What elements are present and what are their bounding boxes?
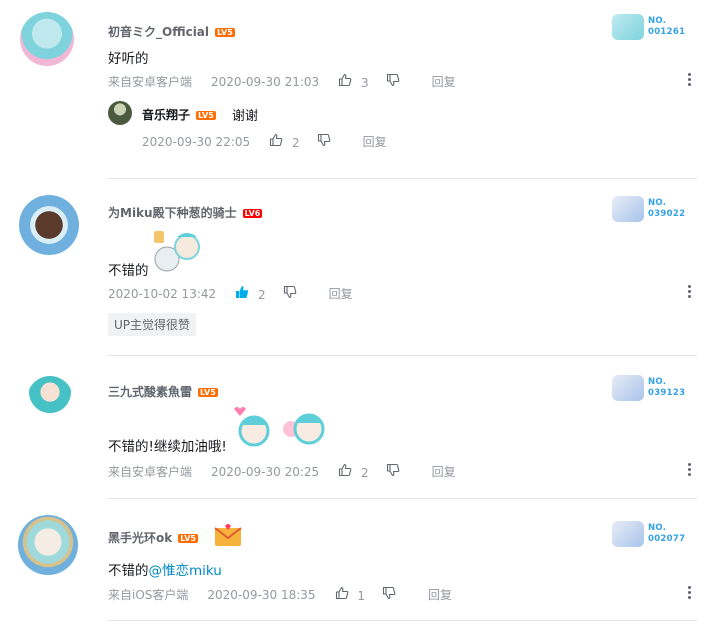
thumb-up-icon [269,133,283,147]
like-button[interactable]: 2 [338,463,369,480]
comment-time: 2020-09-30 18:35 [207,587,316,602]
reply-button[interactable]: 回复 [329,285,353,302]
user-avatar[interactable] [20,12,74,66]
reply-avatar[interactable] [108,101,132,125]
comment-text: 不错的@惟恋miku [108,559,222,579]
up-liked-tag: UP主觉得很赞 [108,313,197,336]
like-count: 1 [357,589,366,603]
more-options-icon[interactable] [684,586,694,602]
level-badge: LV5 [198,388,218,397]
more-options-icon[interactable] [684,73,694,89]
like-count: 2 [257,288,266,302]
reply-username[interactable]: 音乐翔子 LV5 [142,106,216,123]
level-badge: LV5 [196,111,216,120]
comment-text: 好听的 [108,51,149,67]
fan-badge: NO. 039123 [612,375,692,401]
comment-text-content: 不错的 [108,563,149,579]
comment-meta: 来自安卓客户端 2020-09-30 21:03 3 回复 [108,73,456,90]
fan-badge-character-icon [612,521,644,547]
user-mention-link[interactable]: @惟恋miku [149,563,222,579]
fan-badge-character-icon [612,14,644,40]
fan-badge-character-icon [612,196,644,222]
reply-text: 谢谢 [232,109,259,124]
more-options-icon[interactable] [684,285,694,301]
like-count: 3 [360,76,369,90]
thumb-up-icon [338,463,352,477]
like-button[interactable]: 3 [338,73,369,90]
like-button[interactable]: 1 [335,586,365,603]
level-badge: LV5 [178,534,198,543]
thumb-up-icon [235,285,249,299]
username-text[interactable]: 为Miku殿下种葱的骑士 [108,206,237,220]
username[interactable]: 初音ミク_Official LV5 [108,23,235,40]
emoji-sticker [281,407,333,451]
user-avatar[interactable] [19,195,79,255]
thumb-up-icon [335,586,349,600]
thumb-up-icon [338,73,352,87]
level-badge: LV5 [215,28,235,37]
fan-badge-number: NO. 039022 [648,198,686,219]
comment-meta: 来自安卓客户端 2020-09-30 20:25 2 回复 [108,463,456,480]
comment-text: 不错的 [108,259,149,279]
comment-time: 2020-09-30 21:03 [211,74,320,89]
reply-button[interactable]: 回复 [432,73,456,90]
envelope-sticker-icon [213,522,243,548]
comment-item: 初音ミク_Official LV5 好听的 来自安卓客户端 2020-09-30 … [0,0,709,178]
username[interactable]: 三九式酸素魚雷 LV5 [108,383,218,400]
fan-badge-number: NO. 001261 [648,16,686,37]
comment-item: 黑手光环ok LV5 不错的@惟恋miku 来自iOS客户端 2020-09-30… [0,499,709,621]
client-source: 来自安卓客户端 [108,75,193,89]
reply-button[interactable]: 回复 [432,463,456,480]
username[interactable]: 为Miku殿下种葱的骑士 LV6 [108,204,263,221]
comment-text-content: 不错的!继续加油哦! [108,439,227,455]
reply-button[interactable]: 回复 [428,586,452,603]
fan-badge: NO. 039022 [612,196,692,222]
dislike-button[interactable] [283,285,297,302]
fan-badge-number: NO. 002077 [648,523,686,544]
emoji-sticker [151,227,203,273]
thumb-down-icon [382,586,396,600]
comment-text-content: 不错的 [108,263,149,279]
comment-item: 三九式酸素魚雷 LV5 不错的!继续加油哦! 来自安卓客户端 2020-09-30… [0,356,709,498]
client-source: 来自iOS客户端 [108,588,189,602]
dislike-button[interactable] [382,586,396,603]
username-text[interactable]: 初音ミク_Official [108,25,209,39]
more-options-icon[interactable] [684,463,694,479]
thumb-down-icon [386,463,400,477]
comment-meta: 来自iOS客户端 2020-09-30 18:35 1 回复 [108,586,452,603]
comment-time: 2020-10-02 13:42 [108,286,217,301]
thumb-down-icon [386,73,400,87]
like-count: 2 [291,136,300,150]
emoji-sticker [229,403,274,451]
dislike-button[interactable] [317,133,331,150]
reply-button[interactable]: 回复 [363,133,387,150]
user-avatar[interactable] [18,515,78,575]
comment-text: 不错的!继续加油哦! [108,435,227,455]
fan-badge: NO. 002077 [612,521,692,547]
like-count: 2 [360,466,369,480]
like-button-active[interactable]: 2 [235,285,266,302]
client-source: 来自安卓客户端 [108,465,193,479]
reply-meta: 2020-09-30 22:05 2 回复 [142,133,387,150]
user-avatar[interactable] [27,376,73,422]
fan-badge-number: NO. 039123 [648,377,686,398]
like-button[interactable]: 2 [269,133,300,150]
level-badge: LV6 [242,209,263,218]
username[interactable]: 黑手光环ok LV5 [108,529,198,546]
thumb-down-icon [283,285,297,299]
comment-meta: 2020-10-02 13:42 2 回复 [108,285,353,302]
username-text[interactable]: 黑手光环ok [108,531,172,545]
reply-time: 2020-09-30 22:05 [142,134,251,149]
dislike-button[interactable] [386,463,400,480]
comment-item: 为Miku殿下种葱的骑士 LV6 不错的 2020-10-02 13:42 2 回… [0,179,709,355]
reply-username-text[interactable]: 音乐翔子 [142,108,190,122]
dislike-button[interactable] [386,73,400,90]
thumb-down-icon [317,133,331,147]
comment-time: 2020-09-30 20:25 [211,464,320,479]
fan-badge-character-icon [612,375,644,401]
fan-badge: NO. 001261 [612,14,692,40]
username-text[interactable]: 三九式酸素魚雷 [108,385,192,399]
